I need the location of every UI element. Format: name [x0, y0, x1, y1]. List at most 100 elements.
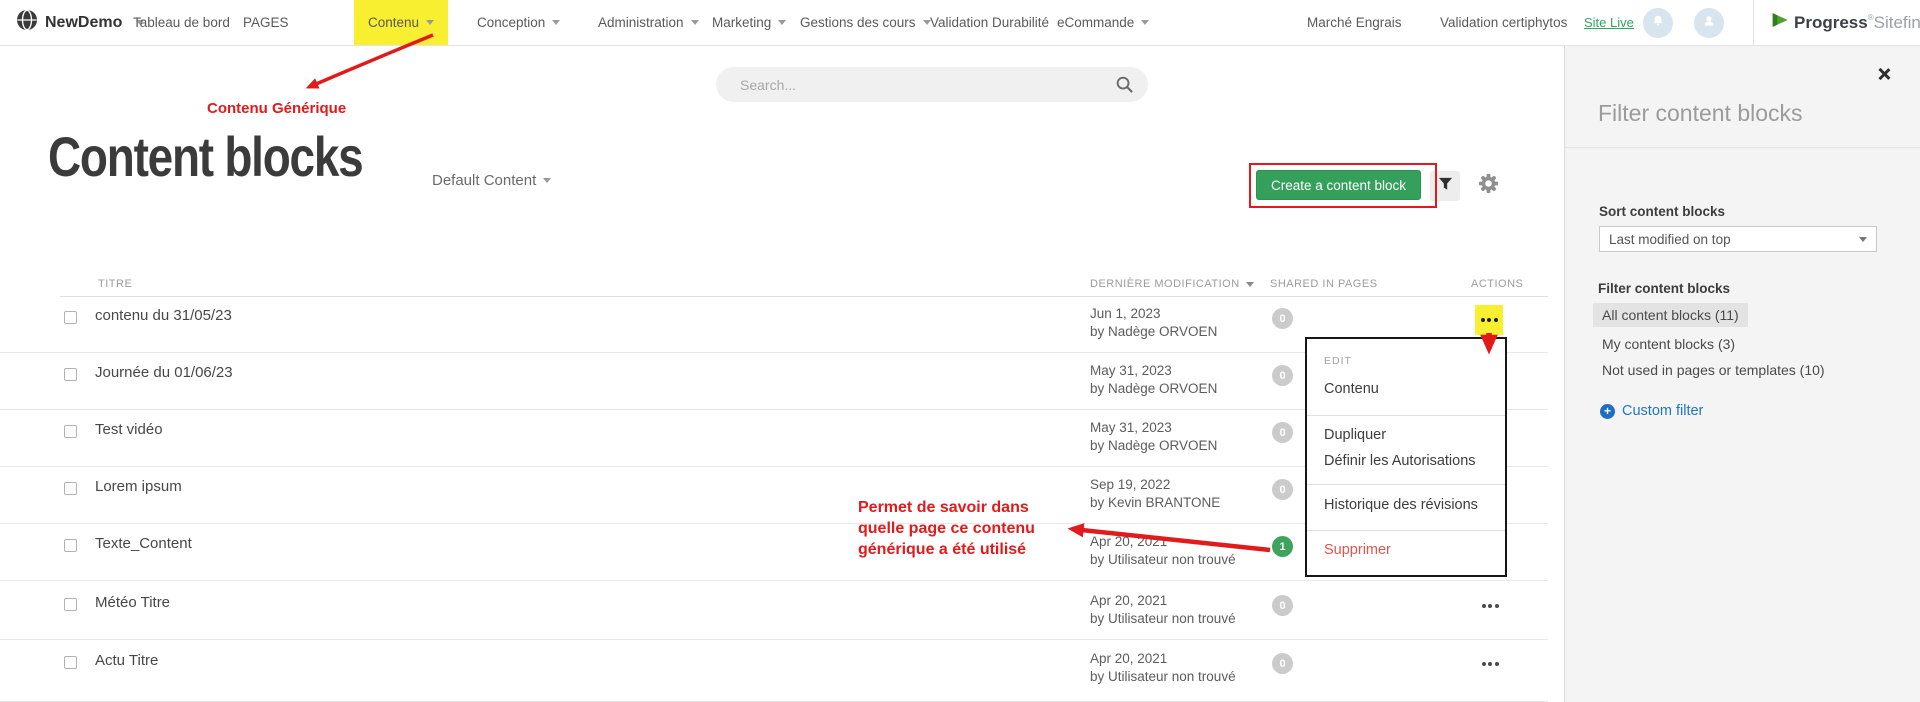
- sort-desc-icon: [1246, 282, 1254, 287]
- row-modified-date: Apr 20, 2021: [1090, 650, 1236, 668]
- close-icon[interactable]: [1876, 66, 1892, 82]
- filter-content-blocks-label: Filter content blocks: [1598, 281, 1730, 296]
- row-modified-by: by Utilisateur non trouvé: [1090, 668, 1236, 686]
- provider-selector[interactable]: Default Content: [432, 172, 551, 189]
- row-modified-by: by Nadège ORVOEN: [1090, 380, 1217, 398]
- gear-icon: [1477, 172, 1500, 200]
- brand-sitefinity: Sitefinity: [1874, 13, 1920, 32]
- top-navbar: NewDemo Tableau de bord PAGES Contenu Co…: [0, 0, 1920, 46]
- profile-button[interactable]: [1694, 8, 1724, 38]
- row-title-link[interactable]: Lorem ipsum: [95, 478, 182, 495]
- row-actions-button[interactable]: [1477, 597, 1503, 615]
- funnel-icon: [1438, 177, 1453, 196]
- filter-not-used[interactable]: Not used in pages or templates (10): [1602, 362, 1825, 378]
- nav-item-contenu[interactable]: Contenu: [354, 0, 448, 45]
- create-content-block-button[interactable]: Create a content block: [1256, 170, 1421, 200]
- row-modified-date: May 31, 2023: [1090, 362, 1217, 380]
- progress-logo-icon: [1770, 10, 1790, 35]
- menu-divider: [1307, 415, 1505, 416]
- shared-count-badge[interactable]: 0: [1272, 479, 1293, 500]
- user-icon: [1700, 12, 1718, 35]
- row-modified-by: by Utilisateur non trouvé: [1090, 610, 1236, 628]
- nav-item-tableau-de-bord[interactable]: Tableau de bord: [133, 0, 230, 45]
- filter-my-content-blocks[interactable]: My content blocks (3): [1602, 336, 1735, 352]
- annotation-contenu-generique: Contenu Générique: [207, 100, 346, 117]
- row-checkbox[interactable]: [64, 482, 77, 495]
- menu-item-definir-les-autorisations[interactable]: Définir les Autorisations: [1324, 453, 1476, 469]
- column-header-titre: TITRE: [98, 278, 132, 290]
- row-checkbox[interactable]: [64, 539, 77, 552]
- row-title-link[interactable]: Texte_Content: [95, 535, 192, 552]
- search-bar: [716, 67, 1148, 102]
- sidebar-divider: [1565, 147, 1920, 148]
- sitefinity-logo: Progress®Sitefinity™: [1770, 0, 1920, 45]
- search-icon[interactable]: [1115, 75, 1134, 99]
- nav-item-gestions-des-cours[interactable]: Gestions des cours: [800, 0, 931, 45]
- shared-count-badge[interactable]: 0: [1272, 653, 1293, 674]
- site-live-link[interactable]: Site Live: [1584, 0, 1634, 45]
- row-actions-context-menu: EDIT Contenu Dupliquer Définir les Autor…: [1305, 337, 1507, 577]
- notifications-button[interactable]: [1643, 8, 1673, 38]
- row-title-link[interactable]: contenu du 31/05/23: [95, 307, 232, 324]
- shared-count-badge[interactable]: 0: [1272, 365, 1293, 386]
- page-title: Content blocks: [48, 124, 362, 189]
- sort-dropdown[interactable]: Last modified on top: [1599, 226, 1877, 252]
- chevron-down-icon: [552, 20, 560, 25]
- row-checkbox[interactable]: [64, 368, 77, 381]
- row-actions-button[interactable]: [1477, 655, 1503, 673]
- filter-all-content-blocks[interactable]: All content blocks (11): [1593, 303, 1748, 327]
- row-modified-date: Sep 19, 2022: [1090, 476, 1220, 494]
- nav-item-conception[interactable]: Conception: [477, 0, 560, 45]
- sidebar-title: Filter content blocks: [1598, 100, 1803, 127]
- row-checkbox[interactable]: [64, 656, 77, 669]
- menu-item-supprimer[interactable]: Supprimer: [1324, 542, 1391, 558]
- settings-button[interactable]: [1474, 172, 1502, 200]
- nav-item-validation-certiphytos[interactable]: Validation certiphytos: [1440, 0, 1567, 45]
- nav-item-marketing[interactable]: Marketing: [712, 0, 786, 45]
- filter-toggle-button[interactable]: [1430, 171, 1460, 201]
- chevron-down-icon: [691, 20, 699, 25]
- row-modified-by: by Nadège ORVOEN: [1090, 323, 1217, 341]
- bell-icon: [1649, 12, 1667, 35]
- row-actions-button-highlighted[interactable]: [1475, 305, 1503, 335]
- nav-item-marche-engrais[interactable]: Marché Engrais: [1307, 0, 1402, 45]
- row-checkbox[interactable]: [64, 598, 77, 611]
- menu-divider: [1307, 530, 1505, 531]
- plus-icon: +: [1600, 404, 1615, 419]
- nav-item-validation-durabilite[interactable]: Validation Durabilité: [930, 0, 1049, 45]
- chevron-down-icon: [1859, 237, 1867, 242]
- menu-item-dupliquer[interactable]: Dupliquer: [1324, 427, 1386, 443]
- shared-count-badge[interactable]: 0: [1272, 308, 1293, 329]
- row-title-link[interactable]: Test vidéo: [95, 421, 163, 438]
- custom-filter-link[interactable]: + Custom filter: [1600, 403, 1703, 419]
- row-modified-by: by Nadège ORVOEN: [1090, 437, 1217, 455]
- nav-item-administration[interactable]: Administration: [598, 0, 699, 45]
- row-title-link[interactable]: Journée du 01/06/23: [95, 364, 233, 381]
- site-name: NewDemo: [45, 14, 122, 32]
- search-input[interactable]: [740, 67, 1100, 102]
- row-modified-by: by Kevin BRANTONE: [1090, 494, 1220, 512]
- shared-count-badge[interactable]: 0: [1272, 422, 1293, 443]
- column-header-derniere-modification[interactable]: DERNIÈRE MODIFICATION: [1090, 278, 1254, 290]
- sort-content-blocks-label: Sort content blocks: [1599, 204, 1725, 219]
- column-header-shared-in-pages: SHARED IN PAGES: [1270, 278, 1378, 290]
- row-checkbox[interactable]: [64, 425, 77, 438]
- row-modified-by: by Utilisateur non trouvé: [1090, 551, 1236, 569]
- row-checkbox[interactable]: [64, 311, 77, 324]
- row-title-link[interactable]: Actu Titre: [95, 652, 158, 669]
- row-modified-date: May 31, 2023: [1090, 419, 1217, 437]
- menu-item-contenu[interactable]: Contenu: [1324, 381, 1379, 397]
- menu-divider: [1307, 484, 1505, 485]
- row-modified-date: Jun 1, 2023: [1090, 305, 1217, 323]
- nav-item-pages[interactable]: PAGES: [243, 0, 289, 45]
- table-row: Météo Titre Apr 20, 2021by Utilisateur n…: [0, 583, 1548, 640]
- row-title-link[interactable]: Météo Titre: [95, 594, 170, 611]
- menu-item-historique-des-revisions[interactable]: Historique des révisions: [1324, 497, 1478, 513]
- shared-count-badge[interactable]: 1: [1272, 536, 1293, 557]
- nav-item-ecommande[interactable]: eCommande: [1057, 0, 1149, 45]
- site-selector[interactable]: NewDemo: [16, 0, 144, 45]
- brand-progress: Progress: [1794, 13, 1868, 32]
- column-header-actions: ACTIONS: [1471, 278, 1523, 290]
- shared-count-badge[interactable]: 0: [1272, 595, 1293, 616]
- nav-divider: [1753, 0, 1754, 45]
